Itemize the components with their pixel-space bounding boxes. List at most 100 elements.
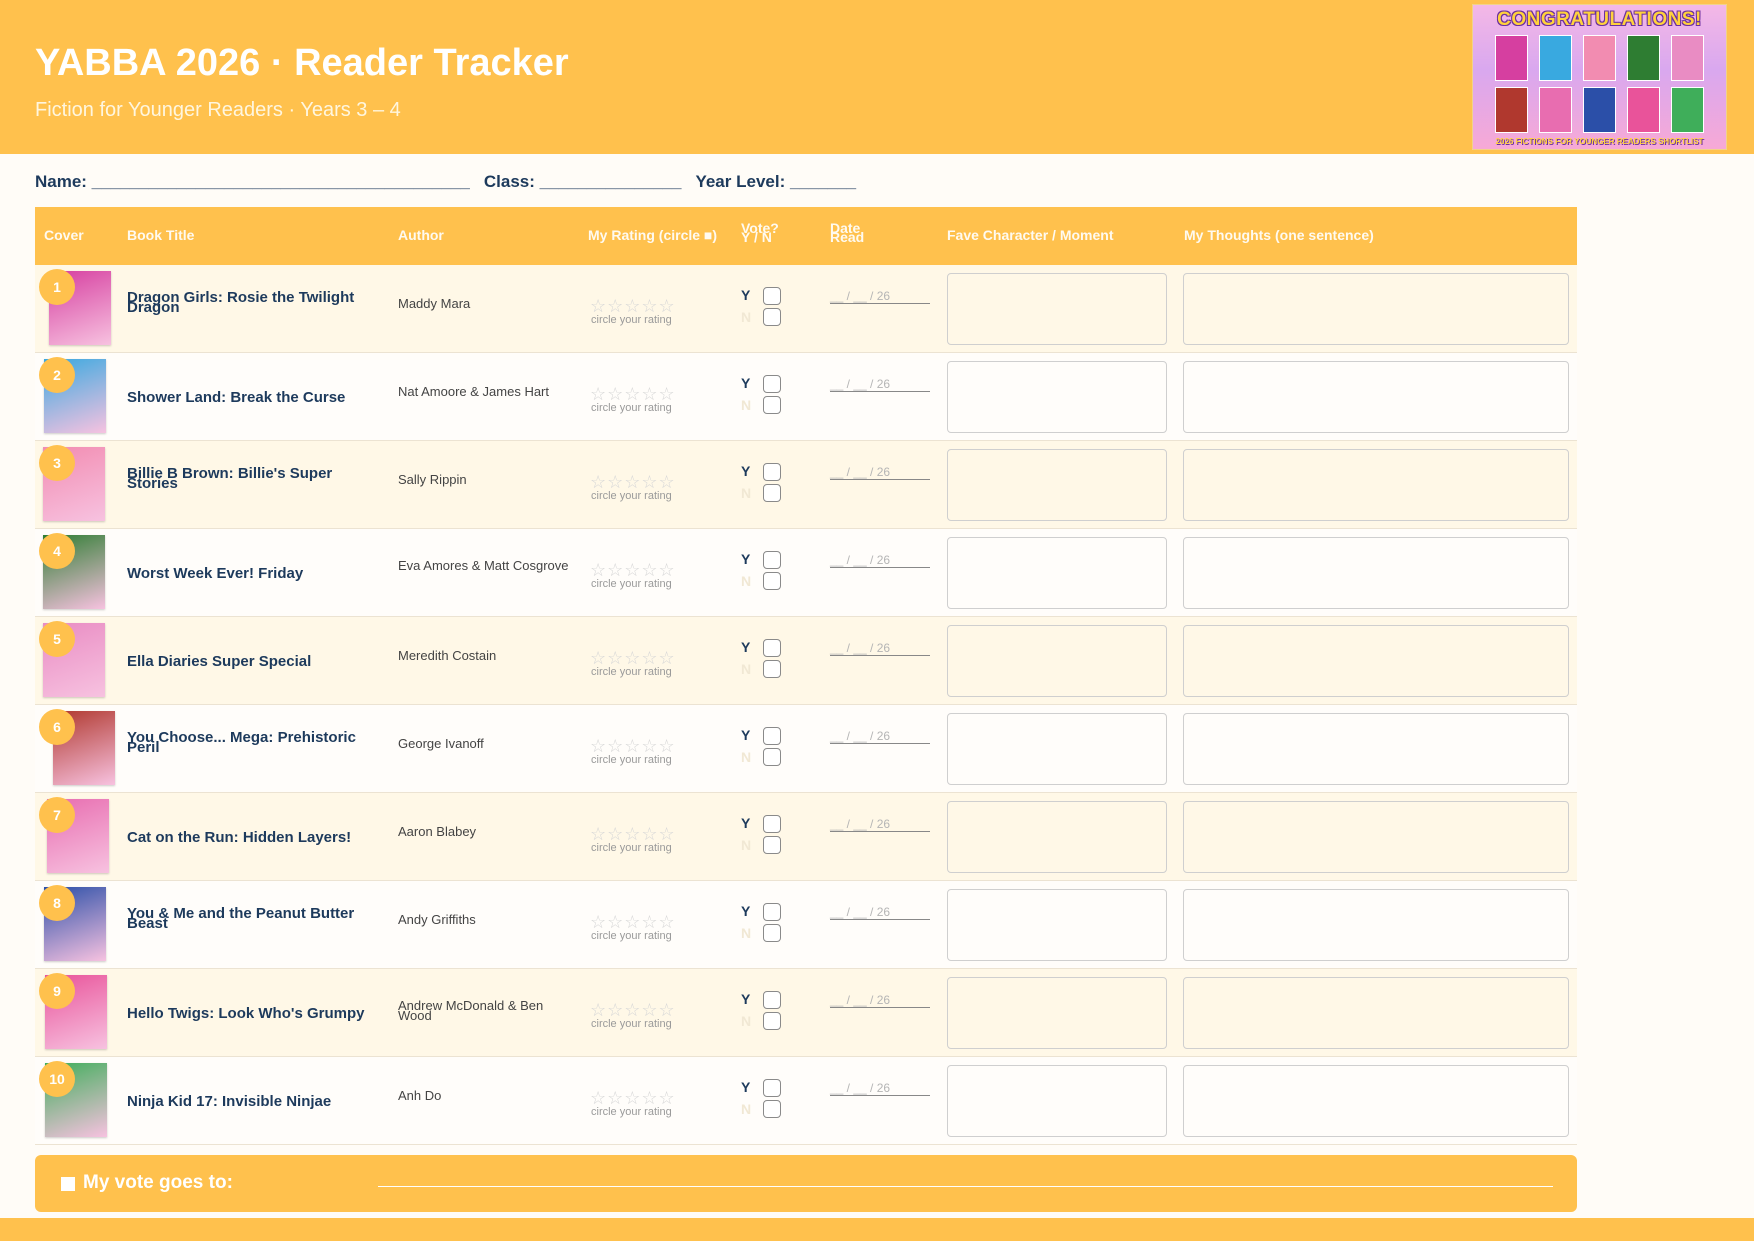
date-read-field[interactable]: __ / __ / 26: [830, 993, 930, 1008]
vote-yes-checkbox[interactable]: [763, 551, 781, 569]
date-read-field[interactable]: __ / __ / 26: [830, 729, 930, 744]
book-author: Nat Amoore & James Hart: [398, 384, 549, 399]
year-level-field[interactable]: Year Level: _______: [695, 172, 856, 191]
vote-yes-checkbox[interactable]: [763, 287, 781, 305]
poster-book-cover: [1671, 35, 1704, 81]
vote-no-checkbox[interactable]: [763, 484, 781, 502]
vote-yes-checkbox[interactable]: [763, 463, 781, 481]
thoughts-box[interactable]: [1183, 713, 1569, 785]
vote-yes-checkbox[interactable]: [763, 1079, 781, 1097]
vote-no-label: N: [741, 837, 752, 853]
vote-yes-label: Y: [741, 991, 751, 1007]
vote-no-label: N: [741, 1101, 752, 1117]
table-row: 2 Shower Land: Break the Curse Nat Amoor…: [35, 353, 1577, 441]
table-row: 8 You & Me and the Peanut Butter Beast A…: [35, 881, 1577, 969]
date-read-field[interactable]: __ / __ / 26: [830, 1081, 930, 1096]
book-author: Maddy Mara: [398, 296, 471, 311]
vote-no-checkbox[interactable]: [763, 1100, 781, 1118]
poster-book-cover: [1627, 87, 1660, 133]
vote-yes-checkbox[interactable]: [763, 375, 781, 393]
book-author: Sally Rippin: [398, 472, 467, 487]
vote-no-label: N: [741, 925, 752, 941]
table-row: 1 Dragon Girls: Rosie the Twilight Drago…: [35, 265, 1577, 353]
fave-character-box[interactable]: [947, 361, 1167, 433]
book-table-body: 1 Dragon Girls: Rosie the Twilight Drago…: [35, 265, 1577, 1145]
date-read-field[interactable]: __ / __ / 26: [830, 553, 930, 568]
vote-no-label: N: [741, 661, 752, 677]
poster-book-cover: [1583, 87, 1616, 133]
vote-yes-checkbox[interactable]: [763, 903, 781, 921]
rating-note: circle your rating: [591, 402, 672, 414]
vote-write-line[interactable]: [378, 1186, 1553, 1187]
poster-book-cover: [1495, 35, 1528, 81]
vote-no-checkbox[interactable]: [763, 836, 781, 854]
table-row: 10 Ninja Kid 17: Invisible Ninjae Anh Do…: [35, 1057, 1577, 1145]
book-number-badge: 9: [39, 973, 75, 1009]
thoughts-box[interactable]: [1183, 361, 1569, 433]
vote-yes-checkbox[interactable]: [763, 727, 781, 745]
rating-note: circle your rating: [591, 666, 672, 678]
vote-yes-label: Y: [741, 375, 751, 391]
date-read-field[interactable]: __ / __ / 26: [830, 641, 930, 656]
vote-yes-checkbox[interactable]: [763, 991, 781, 1009]
book-author: Meredith Costain: [398, 648, 497, 663]
fave-character-box[interactable]: [947, 977, 1167, 1049]
rating-note: circle your rating: [591, 578, 672, 590]
book-number-badge: 5: [39, 621, 75, 657]
vote-yes-checkbox[interactable]: [763, 639, 781, 657]
thoughts-box[interactable]: [1183, 625, 1569, 697]
book-number-badge: 1: [39, 269, 75, 305]
date-read-field[interactable]: __ / __ / 26: [830, 817, 930, 832]
date-read-field[interactable]: __ / __ / 26: [830, 465, 930, 480]
fave-character-box[interactable]: [947, 537, 1167, 609]
fave-character-box[interactable]: [947, 1065, 1167, 1137]
poster-footer-text: 2026 FICTIONS FOR YOUNGER READERS SHORTL…: [1495, 137, 1704, 146]
vote-no-checkbox[interactable]: [763, 308, 781, 326]
column-header-author: Author: [398, 227, 444, 243]
thoughts-box[interactable]: [1183, 801, 1569, 873]
thoughts-box[interactable]: [1183, 977, 1569, 1049]
vote-no-checkbox[interactable]: [763, 572, 781, 590]
book-number-badge: 7: [39, 797, 75, 833]
vote-no-checkbox[interactable]: [763, 396, 781, 414]
fave-character-box[interactable]: [947, 713, 1167, 785]
vote-yes-label: Y: [741, 1079, 751, 1095]
poster-title: CONGRATULATIONS!: [1497, 9, 1702, 30]
poster-book-cover: [1583, 35, 1616, 81]
fave-character-box[interactable]: [947, 625, 1167, 697]
table-row: 3 Billie B Brown: Billie's Super Stories…: [35, 441, 1577, 529]
thoughts-box[interactable]: [1183, 1065, 1569, 1137]
fave-character-box[interactable]: [947, 449, 1167, 521]
fave-character-box[interactable]: [947, 801, 1167, 873]
column-header-vote: Vote? Y / N: [741, 220, 779, 245]
vote-no-label: N: [741, 573, 752, 589]
fave-character-box[interactable]: [947, 889, 1167, 961]
vote-no-checkbox[interactable]: [763, 924, 781, 942]
vote-no-checkbox[interactable]: [763, 748, 781, 766]
date-read-field[interactable]: __ / __ / 26: [830, 377, 930, 392]
thoughts-box[interactable]: [1183, 449, 1569, 521]
book-author: George Ivanoff: [398, 736, 484, 751]
book-author: Andrew McDonald & Ben Wood: [398, 998, 544, 1023]
vote-no-checkbox[interactable]: [763, 660, 781, 678]
table-row: 4 Worst Week Ever! Friday Eva Amores & M…: [35, 529, 1577, 617]
date-read-field[interactable]: __ / __ / 26: [830, 905, 930, 920]
column-header-date: Date Read: [830, 220, 865, 245]
vote-yes-checkbox[interactable]: [763, 815, 781, 833]
vote-yes-label: Y: [741, 903, 751, 919]
rating-note: circle your rating: [591, 1106, 672, 1118]
student-details-line: Name: __________________________________…: [35, 172, 856, 192]
fave-character-box[interactable]: [947, 273, 1167, 345]
book-number-badge: 10: [39, 1061, 75, 1097]
book-title: You Choose... Mega: Prehistoric Peril: [127, 729, 356, 756]
class-field[interactable]: Class: _______________: [484, 172, 682, 191]
page-subtitle: Fiction for Younger Readers · Years 3 – …: [35, 99, 401, 121]
thoughts-box[interactable]: [1183, 889, 1569, 961]
name-field[interactable]: Name: __________________________________…: [35, 172, 470, 191]
thoughts-box[interactable]: [1183, 537, 1569, 609]
rating-note: circle your rating: [591, 842, 672, 854]
book-author: Andy Griffiths: [398, 912, 476, 927]
vote-no-checkbox[interactable]: [763, 1012, 781, 1030]
thoughts-box[interactable]: [1183, 273, 1569, 345]
date-read-field[interactable]: __ / __ / 26: [830, 289, 930, 304]
